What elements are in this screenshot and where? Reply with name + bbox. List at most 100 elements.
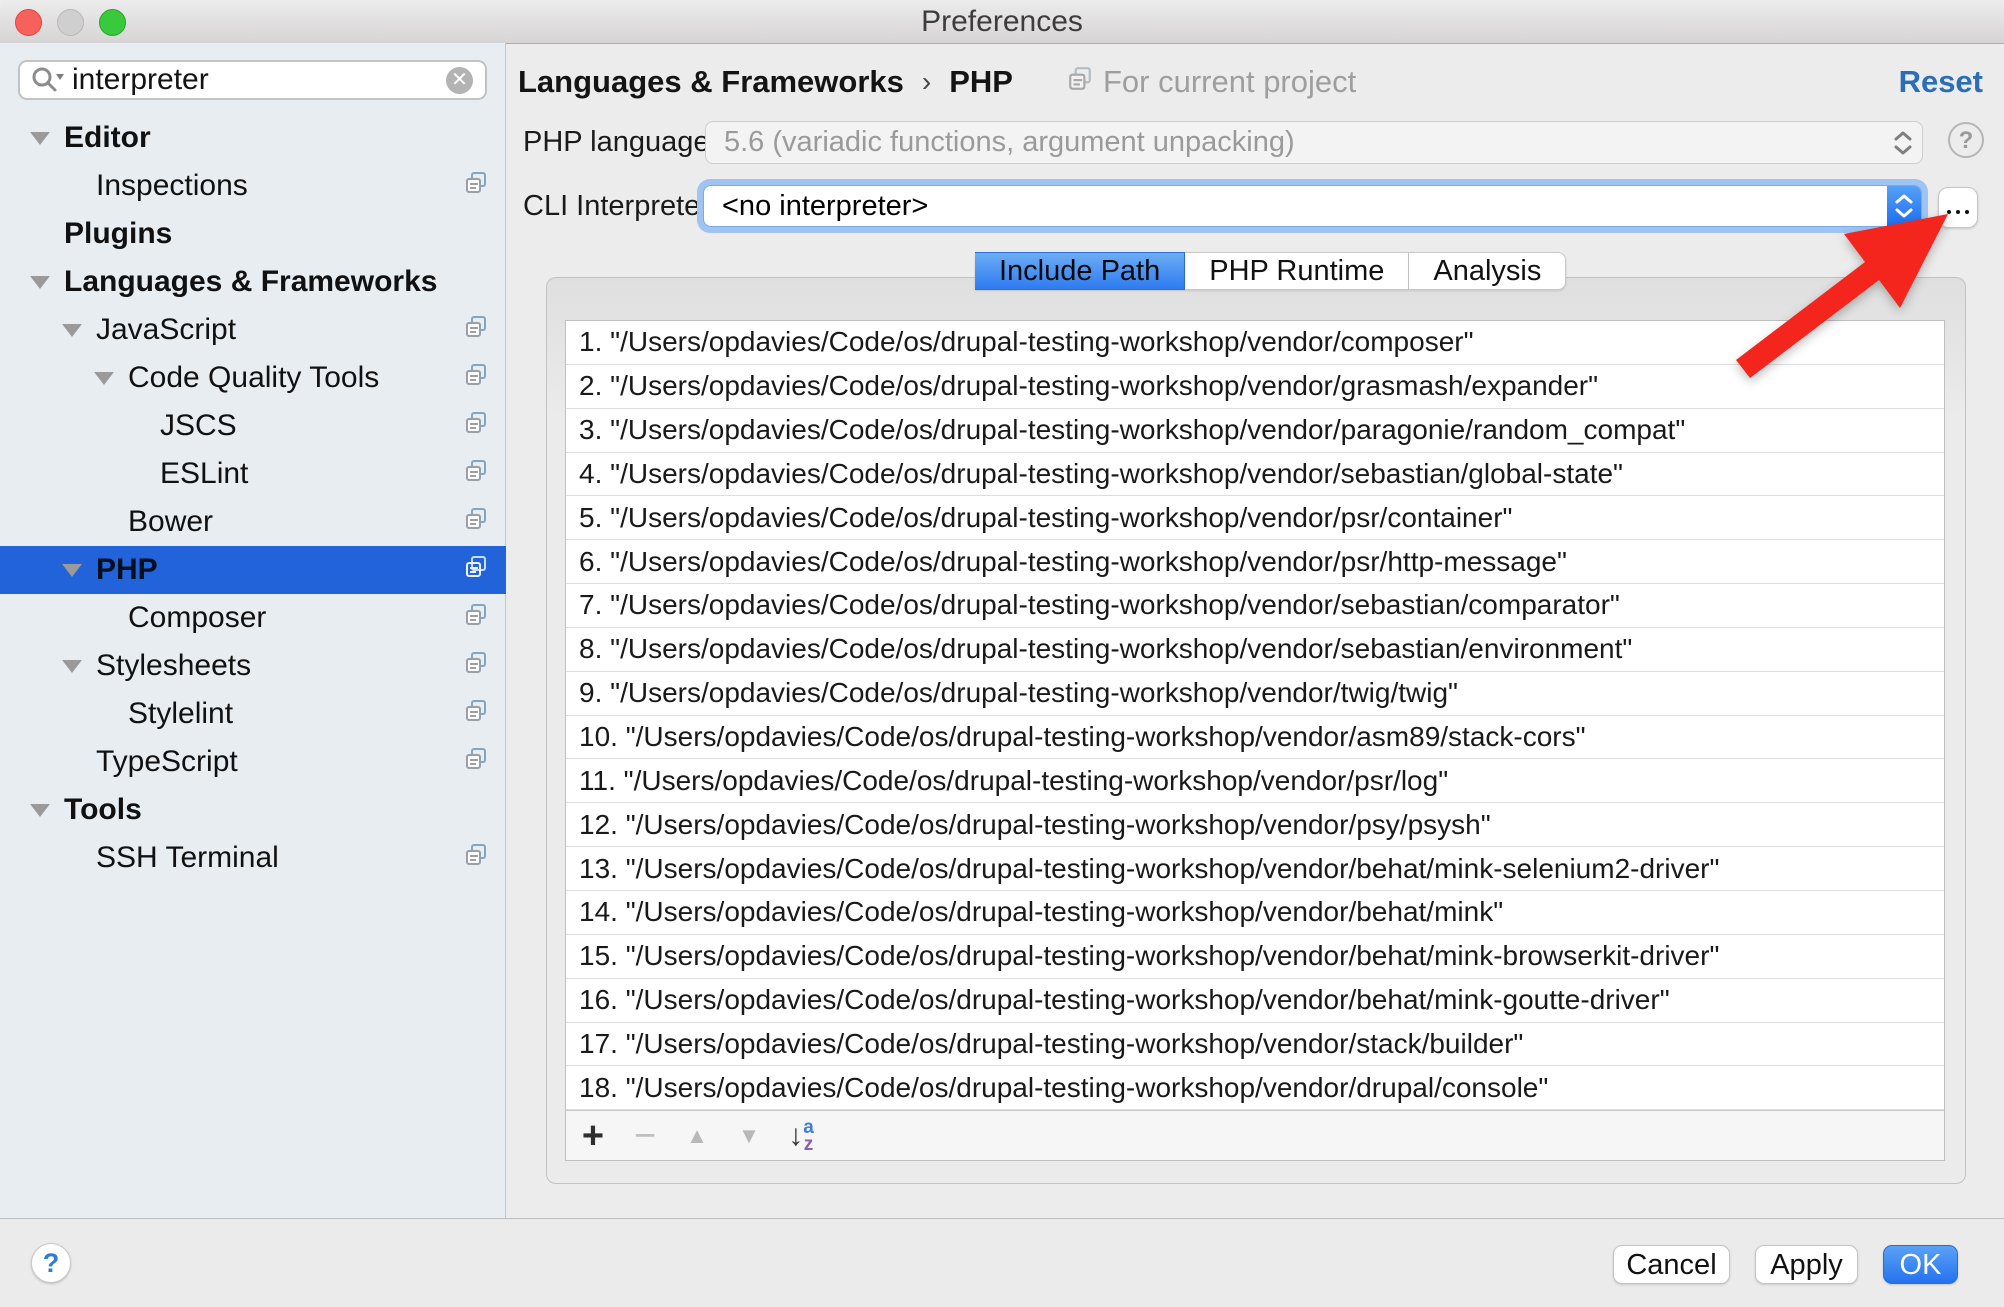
search-input[interactable]: interpreter ✕ bbox=[18, 60, 487, 100]
include-path-row[interactable]: 10. "/Users/opdavies/Code/os/drupal-test… bbox=[566, 716, 1944, 760]
sidebar-item-php[interactable]: PHP bbox=[0, 546, 506, 594]
include-path-row[interactable]: 15. "/Users/opdavies/Code/os/drupal-test… bbox=[566, 935, 1944, 979]
chevron-down-icon[interactable] bbox=[62, 324, 96, 337]
sidebar-item-tools[interactable]: Tools bbox=[0, 786, 506, 834]
copy-settings-icon bbox=[464, 649, 488, 683]
copy-settings-icon bbox=[464, 697, 488, 731]
sidebar-item-inspections[interactable]: Inspections bbox=[0, 162, 506, 210]
include-path-row[interactable]: 2. "/Users/opdavies/Code/os/drupal-testi… bbox=[566, 365, 1944, 409]
sidebar-item-jscs[interactable]: JSCS bbox=[0, 402, 506, 450]
language-level-select[interactable]: 5.6 (variadic functions, argument unpack… bbox=[705, 121, 1923, 164]
apply-button[interactable]: Apply bbox=[1755, 1245, 1858, 1284]
include-path-row[interactable]: 11. "/Users/opdavies/Code/os/drupal-test… bbox=[566, 759, 1944, 803]
sidebar-item-label: Stylesheets bbox=[96, 649, 251, 683]
sidebar-item-label: Bower bbox=[128, 505, 213, 539]
clear-search-icon[interactable]: ✕ bbox=[446, 67, 473, 94]
sidebar-item-label: JavaScript bbox=[96, 313, 236, 347]
copy-settings-icon bbox=[464, 553, 488, 587]
sidebar-item-label: Code Quality Tools bbox=[128, 361, 379, 395]
sidebar-item-label: PHP bbox=[96, 553, 158, 587]
list-toolbar: + − ▲ ▼ ↓ a z bbox=[566, 1110, 1944, 1160]
sidebar-item-code-quality-tools[interactable]: Code Quality Tools bbox=[0, 354, 506, 402]
language-level-value: 5.6 (variadic functions, argument unpack… bbox=[706, 126, 1894, 159]
stepper-icon[interactable] bbox=[1887, 186, 1921, 226]
include-path-row[interactable]: 12. "/Users/opdavies/Code/os/drupal-test… bbox=[566, 803, 1944, 847]
sidebar-item-composer[interactable]: Composer bbox=[0, 594, 506, 642]
include-path-row[interactable]: 17. "/Users/opdavies/Code/os/drupal-test… bbox=[566, 1023, 1944, 1067]
sidebar-item-ssh-terminal[interactable]: SSH Terminal bbox=[0, 834, 506, 882]
zoom-button[interactable] bbox=[99, 9, 126, 36]
chevron-down-icon[interactable] bbox=[30, 276, 64, 289]
chevron-down-icon[interactable] bbox=[62, 564, 96, 577]
preferences-window: { "window": { "title": "Preferences" }, … bbox=[0, 0, 2004, 1307]
window-title: Preferences bbox=[0, 0, 2004, 43]
include-path-row[interactable]: 13. "/Users/opdavies/Code/os/drupal-test… bbox=[566, 847, 1944, 891]
tab-include-path[interactable]: Include Path bbox=[975, 252, 1185, 290]
help-button[interactable]: ? bbox=[31, 1243, 71, 1283]
chevron-down-icon[interactable] bbox=[94, 516, 128, 529]
include-path-row[interactable]: 16. "/Users/opdavies/Code/os/drupal-test… bbox=[566, 979, 1944, 1023]
include-path-row[interactable]: 6. "/Users/opdavies/Code/os/drupal-testi… bbox=[566, 540, 1944, 584]
chevron-down-icon[interactable] bbox=[62, 180, 96, 193]
include-path-row[interactable]: 14. "/Users/opdavies/Code/os/drupal-test… bbox=[566, 891, 1944, 935]
sidebar-item-eslint[interactable]: ESLint bbox=[0, 450, 506, 498]
search-value: interpreter bbox=[72, 63, 446, 97]
sidebar-item-editor[interactable]: Editor bbox=[0, 114, 506, 162]
chevron-down-icon[interactable] bbox=[30, 804, 64, 817]
chevron-down-icon[interactable] bbox=[126, 420, 160, 433]
title-bar: Preferences bbox=[0, 0, 2004, 44]
move-down-button[interactable]: ▼ bbox=[727, 1114, 771, 1158]
chevron-down-icon[interactable] bbox=[62, 852, 96, 865]
help-icon[interactable]: ? bbox=[1948, 122, 1984, 158]
sidebar-item-label: Stylelint bbox=[128, 697, 233, 731]
include-path-row[interactable]: 4. "/Users/opdavies/Code/os/drupal-testi… bbox=[566, 453, 1944, 497]
browse-interpreters-button[interactable] bbox=[1938, 187, 1978, 228]
copy-settings-icon bbox=[464, 601, 488, 635]
sidebar-item-stylelint[interactable]: Stylelint bbox=[0, 690, 506, 738]
chevron-down-icon[interactable] bbox=[94, 372, 128, 385]
remove-path-button[interactable]: − bbox=[623, 1114, 667, 1158]
tab-php-runtime[interactable]: PHP Runtime bbox=[1185, 252, 1409, 290]
copy-settings-icon bbox=[464, 313, 488, 347]
ok-button[interactable]: OK bbox=[1883, 1245, 1958, 1284]
search-icon bbox=[30, 65, 64, 95]
include-path-row[interactable]: 5. "/Users/opdavies/Code/os/drupal-testi… bbox=[566, 496, 1944, 540]
copy-settings-icon bbox=[464, 841, 488, 875]
cancel-button[interactable]: Cancel bbox=[1613, 1245, 1730, 1284]
close-button[interactable] bbox=[15, 9, 42, 36]
breadcrumb-current: PHP bbox=[949, 64, 1013, 100]
reset-link[interactable]: Reset bbox=[1899, 60, 1983, 104]
add-path-button[interactable]: + bbox=[571, 1114, 615, 1158]
include-path-row[interactable]: 9. "/Users/opdavies/Code/os/drupal-testi… bbox=[566, 672, 1944, 716]
sidebar-item-javascript[interactable]: JavaScript bbox=[0, 306, 506, 354]
chevron-down-icon[interactable] bbox=[126, 468, 160, 481]
sidebar-item-label: Plugins bbox=[64, 217, 172, 251]
scope-indicator: For current project bbox=[1067, 64, 1356, 100]
sidebar-item-bower[interactable]: Bower bbox=[0, 498, 506, 546]
tab-analysis[interactable]: Analysis bbox=[1409, 252, 1566, 290]
include-path-row[interactable]: 8. "/Users/opdavies/Code/os/drupal-testi… bbox=[566, 628, 1944, 672]
chevron-down-icon[interactable] bbox=[94, 708, 128, 721]
chevron-down-icon[interactable] bbox=[94, 612, 128, 625]
cli-interpreter-select[interactable]: <no interpreter> bbox=[697, 179, 1928, 233]
sidebar-item-languages-frameworks[interactable]: Languages & Frameworks bbox=[0, 258, 506, 306]
move-up-button[interactable]: ▲ bbox=[675, 1114, 719, 1158]
sidebar-item-stylesheets[interactable]: Stylesheets bbox=[0, 642, 506, 690]
minimize-button bbox=[57, 9, 84, 36]
cli-interpreter-value: <no interpreter> bbox=[704, 186, 1887, 226]
sidebar-item-label: Inspections bbox=[96, 169, 248, 203]
sort-alphabetically-button[interactable]: ↓ a z bbox=[779, 1119, 823, 1153]
chevron-down-icon[interactable] bbox=[62, 660, 96, 673]
chevron-down-icon[interactable] bbox=[62, 756, 96, 769]
breadcrumb-parent[interactable]: Languages & Frameworks bbox=[518, 64, 904, 100]
include-path-row[interactable]: 18. "/Users/opdavies/Code/os/drupal-test… bbox=[566, 1066, 1944, 1110]
chevron-down-icon[interactable] bbox=[30, 228, 64, 241]
include-path-row[interactable]: 7. "/Users/opdavies/Code/os/drupal-testi… bbox=[566, 584, 1944, 628]
include-path-row[interactable]: 3. "/Users/opdavies/Code/os/drupal-testi… bbox=[566, 409, 1944, 453]
chevron-down-icon[interactable] bbox=[30, 132, 64, 145]
sidebar-item-typescript[interactable]: TypeScript bbox=[0, 738, 506, 786]
sort-arrow-icon: ↓ bbox=[788, 1119, 803, 1153]
include-path-row[interactable]: 1. "/Users/opdavies/Code/os/drupal-testi… bbox=[566, 321, 1944, 365]
stepper-icon bbox=[1894, 131, 1912, 155]
sidebar-item-plugins[interactable]: Plugins bbox=[0, 210, 506, 258]
